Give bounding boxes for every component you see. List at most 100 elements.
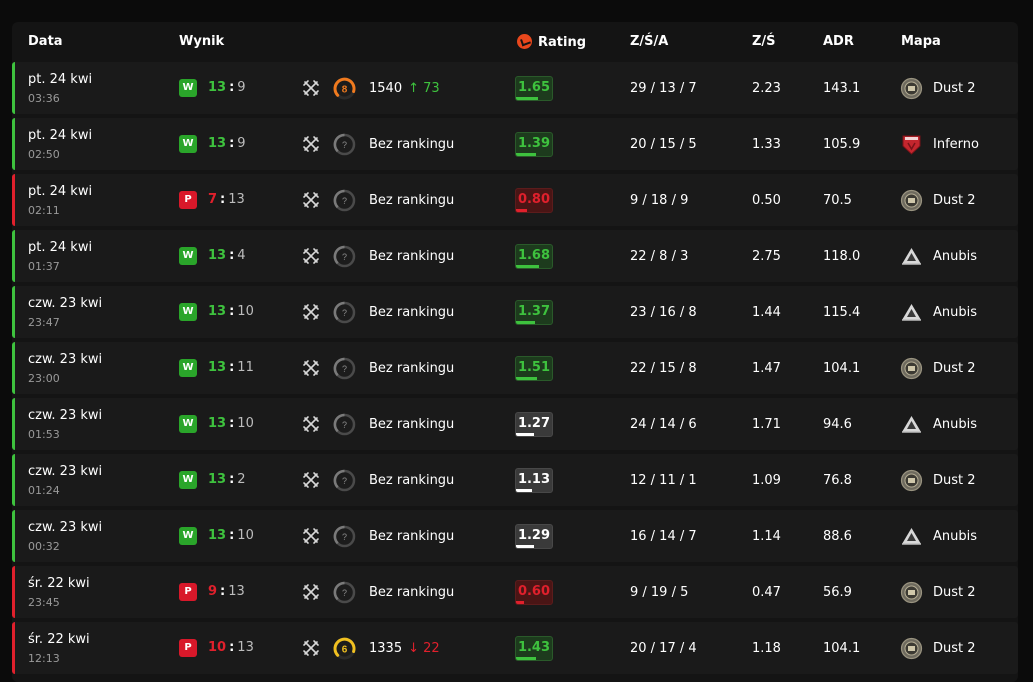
kd-ratio: 1.71: [752, 417, 781, 432]
rating-box: 1.43: [515, 636, 553, 661]
map-name: Dust 2: [933, 361, 976, 376]
adr-value: 105.9: [823, 137, 861, 152]
match-row[interactable]: pt. 24 kwi 01:37 W 13:4? Bez rankingu 1.68 22 …: [12, 230, 1018, 282]
dust2-icon: [900, 77, 923, 100]
unranked-icon: ?: [333, 581, 356, 604]
match-time: 02:50: [28, 148, 60, 161]
svg-text:?: ?: [342, 364, 347, 374]
unranked-label: Bez rankingu: [369, 193, 455, 208]
score-separator: :: [229, 360, 235, 375]
own-score: 13: [208, 472, 227, 487]
kda-value: 20 / 15 / 5: [630, 137, 697, 152]
match-row[interactable]: pt. 24 kwi 02:50 W 13:9? Bez rankingu 1.39 20 …: [12, 118, 1018, 170]
match-date: czw. 23 kwi: [28, 520, 103, 535]
header-date[interactable]: Data: [28, 34, 63, 49]
header-kda[interactable]: Z/Ś/A: [630, 34, 668, 49]
opponent-score: 9: [237, 136, 246, 151]
score-separator: :: [229, 640, 235, 655]
rating-box: 1.27: [515, 412, 553, 437]
rating-box: 1.13: [515, 468, 553, 493]
adr-value: 143.1: [823, 81, 861, 96]
rating-box: 1.51: [515, 356, 553, 381]
elo-change: ↑ 73: [408, 81, 440, 96]
rating-value: 0.80: [517, 192, 551, 207]
match-score: 13:2: [208, 472, 246, 487]
header-map[interactable]: Mapa: [901, 34, 941, 49]
own-score: 13: [208, 528, 227, 543]
dust2-icon: [900, 189, 923, 212]
match-score: 9:13: [208, 584, 245, 599]
match-row[interactable]: czw. 23 kwi 23:47 W 13:10? Bez rankingu 1.37 2…: [12, 286, 1018, 338]
rating-bar: [516, 601, 524, 604]
unranked-icon: ?: [333, 525, 356, 548]
match-row[interactable]: czw. 23 kwi 00:32 W 13:10? Bez rankingu 1.29 1…: [12, 510, 1018, 562]
unranked-icon: ?: [333, 469, 356, 492]
rating-value: 1.37: [517, 304, 551, 319]
kd-ratio: 0.47: [752, 585, 781, 600]
elo-points: 1335: [369, 641, 403, 656]
svg-text:8: 8: [342, 85, 348, 96]
opponent-score: 11: [237, 360, 254, 375]
match-row[interactable]: pt. 24 kwi 02:11 P 7:13? Bez rankingu 0.80 9 /…: [12, 174, 1018, 226]
map-name: Dust 2: [933, 641, 976, 656]
match-time: 01:53: [28, 428, 60, 441]
match-time: 03:36: [28, 92, 60, 105]
match-list: pt. 24 kwi 03:36 W 13:9 8 1540 ↑ 73 1.65 29 / 13…: [12, 62, 1018, 678]
match-time: 01:24: [28, 484, 60, 497]
svg-text:?: ?: [342, 252, 347, 262]
header-adr[interactable]: ADR: [823, 34, 854, 49]
match-row[interactable]: pt. 24 kwi 03:36 W 13:9 8 1540 ↑ 73 1.65 29 / 13…: [12, 62, 1018, 114]
kda-value: 9 / 18 / 9: [630, 193, 689, 208]
svg-text:6: 6: [342, 645, 348, 656]
match-score: 10:13: [208, 640, 254, 655]
match-date: pt. 24 kwi: [28, 184, 93, 199]
svg-text:?: ?: [342, 196, 347, 206]
match-row[interactable]: czw. 23 kwi 23:00 W 13:11? Bez rankingu 1.51 2…: [12, 342, 1018, 394]
match-row[interactable]: śr. 22 kwi 23:45 P 9:13? Bez rankingu 0.60 9 /…: [12, 566, 1018, 618]
crossed-swords-icon: [303, 80, 319, 96]
match-score: 13:10: [208, 416, 254, 431]
rating-value: 1.43: [517, 640, 551, 655]
result-indicator-bar: [12, 342, 15, 394]
rating-bar: [516, 321, 536, 324]
crossed-swords-icon: [303, 136, 319, 152]
map-name: Dust 2: [933, 193, 976, 208]
map-name: Dust 2: [933, 585, 976, 600]
kd-ratio: 1.18: [752, 641, 781, 656]
crossed-swords-icon: [303, 640, 319, 656]
rating-box: 1.29: [515, 524, 553, 549]
match-score: 13:9: [208, 136, 246, 151]
match-date: pt. 24 kwi: [28, 72, 93, 87]
result-badge: W: [179, 135, 197, 153]
crossed-swords-icon: [303, 360, 319, 376]
opponent-score: 10: [237, 416, 254, 431]
match-row[interactable]: czw. 23 kwi 01:24 W 13:2? Bez rankingu 1.13 12…: [12, 454, 1018, 506]
map-name: Anubis: [933, 529, 978, 544]
rating-value: 1.68: [517, 248, 551, 263]
result-badge: W: [179, 415, 197, 433]
match-date: czw. 23 kwi: [28, 464, 103, 479]
kd-ratio: 1.33: [752, 137, 781, 152]
opponent-score: 10: [237, 304, 254, 319]
result-indicator-bar: [12, 622, 15, 674]
opponent-score: 4: [237, 248, 246, 263]
unranked-label: Bez rankingu: [369, 137, 455, 152]
header-kd[interactable]: Z/Ś: [752, 34, 776, 49]
score-separator: :: [229, 472, 235, 487]
match-date: czw. 23 kwi: [28, 296, 103, 311]
own-score: 13: [208, 136, 227, 151]
crossed-swords-icon: [303, 192, 319, 208]
header-result[interactable]: Wynik: [179, 34, 224, 49]
result-badge: W: [179, 79, 197, 97]
match-row[interactable]: czw. 23 kwi 01:53 W 13:10? Bez rankingu 1.27 2…: [12, 398, 1018, 450]
unranked-icon: ?: [333, 245, 356, 268]
header-rating-label: Rating: [538, 35, 587, 50]
adr-value: 115.4: [823, 305, 861, 320]
match-row[interactable]: śr. 22 kwi 12:13 P 10:13 6 1335 ↓ 22 1.43 20 / 1…: [12, 622, 1018, 674]
own-score: 13: [208, 248, 227, 263]
header-rating[interactable]: Rating: [517, 34, 586, 50]
unranked-label: Bez rankingu: [369, 361, 455, 376]
match-score: 13:10: [208, 304, 254, 319]
rating-box: 0.80: [515, 188, 553, 213]
crossed-swords-icon: [303, 416, 319, 432]
